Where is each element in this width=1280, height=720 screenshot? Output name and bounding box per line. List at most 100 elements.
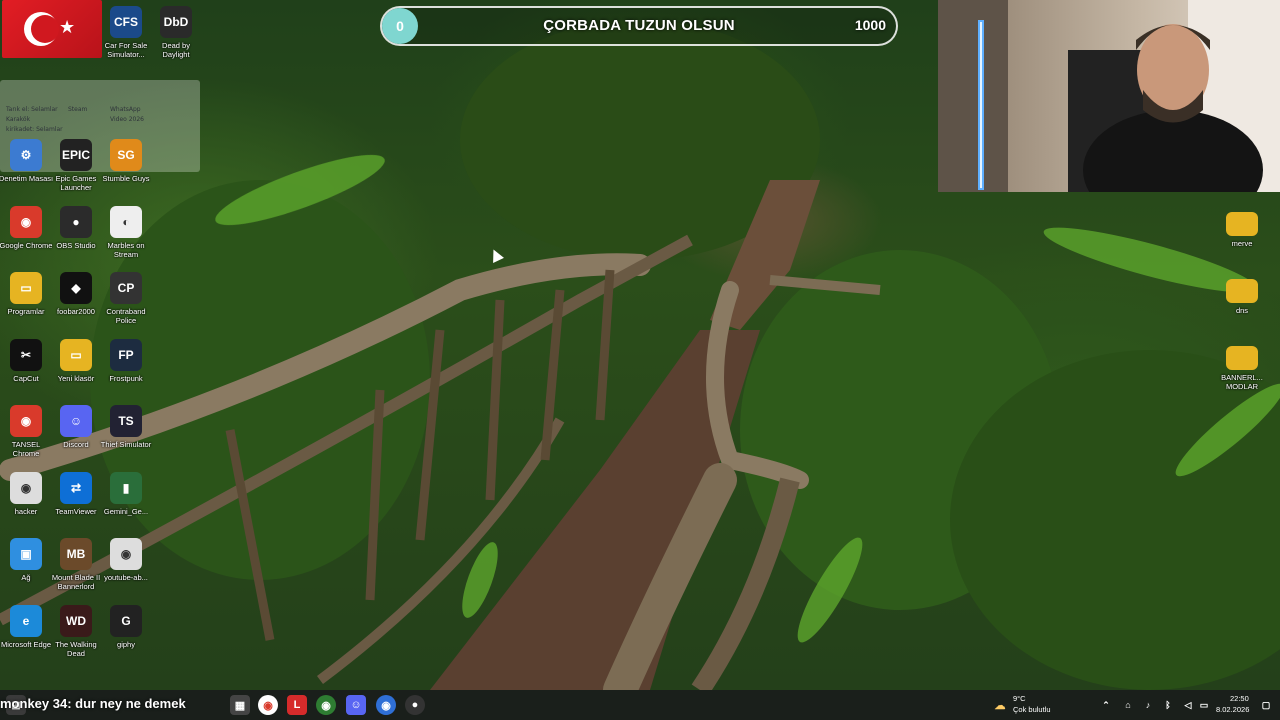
network-icon[interactable]: ⌂ [1118,695,1138,715]
desktop-icon-merve[interactable]: merve [1216,206,1268,270]
yeni-klasor-icon: ▭ [60,338,92,371]
desktop-icon-label: OBS Studio [56,240,96,250]
the-walking-dead-icon: WD [60,604,92,637]
desktop-icon-label: Frostpunk [109,373,143,383]
weather-icon[interactable]: ☁ [990,695,1010,715]
discord-icon: ☺ [350,699,362,711]
desktop-icon-dns[interactable]: dns [1216,273,1268,337]
desktop-icon-label: Yeni klasör [57,373,95,383]
goal-title: ÇORBADA TUZUN OLSUN [543,17,735,34]
desktop-icon-label: Car For Sale Simulator... [104,41,148,59]
desktop-icon-label: Denetim Masası [0,174,54,183]
taskbar-app-chrome[interactable]: ◉ [258,695,278,715]
chat-line: WhatsApp [110,106,141,113]
desktop-icon-label: hacker [14,506,38,516]
taskbar-app-chrome-2[interactable]: ◉ [316,695,336,715]
desktop-icon-giphy[interactable]: Ggiphy [100,604,152,669]
desktop-icon-tansel-chrome[interactable]: ◉ TANSEL Chrome [0,405,52,469]
chrome-icon: ◉ [381,699,391,712]
desktop-icon-label: Epic Games Launcher [55,174,97,192]
gemini-icon: ▮ [110,471,142,504]
weather-temp: 9°C [1013,694,1026,703]
desktop-icon-obs-studio[interactable]: ● OBS Studio [50,205,102,270]
discord-icon: ☺ [60,405,92,437]
desktop-icon-youtube-ab[interactable]: ◉ youtube-ab... [100,538,152,602]
desktop-icon-foobar2000[interactable]: ◆ foobar2000 [50,272,102,336]
teamviewer-icon: ⇄ [60,471,92,504]
bluetooth-icon[interactable]: ᛒ [1158,695,1178,715]
taskbar-app-l[interactable]: L [287,695,307,715]
desktop-icon-dead-by-daylight[interactable]: DbD Dead by Daylight [150,6,202,70]
notification-icon[interactable]: ▢ [1256,695,1276,715]
desktop-icon-hacker[interactable]: ◉ hacker [0,471,52,536]
chevron-up-icon[interactable]: ⌃ [1096,695,1116,715]
turkish-flag-overlay: ★ [2,0,102,58]
desktop-icon-label: Marbles on Stream [107,240,145,259]
desktop-icon-frostpunk[interactable]: FP Frostpunk [100,338,152,403]
clock-time[interactable]: 22:50 [1230,694,1249,703]
frostpunk-icon: FP [110,338,142,371]
foobar2000-icon: ◆ [60,272,92,304]
desktop-icon-discord[interactable]: ☺ Discord [50,405,102,469]
desktop-icon-label: Stumble Guys [102,174,150,183]
desktop-icon-microsoft-edge[interactable]: e Microsoft Edge [0,604,52,669]
desktop-icon-teamviewer[interactable]: ⇄ TeamViewer [50,471,102,536]
desktop-icon-programlar[interactable]: ▭ Programlar [0,272,52,336]
microsoft-edge-icon: e [10,604,42,637]
desktop-icon-ag[interactable]: ▣ Ağ [0,538,52,602]
battery-icon[interactable]: ▭ [1194,695,1214,715]
desktop-icon-capcut[interactable]: ✂ CapCut [0,338,52,403]
chat-line: kirikadet: Selamlar [6,126,63,133]
desktop-icon-contraband-police[interactable]: CP Contraband Police [100,272,152,336]
folder-icon [1226,279,1258,303]
desktop-icon-label: giphy [117,639,135,649]
desktop-icon-label: Programlar [7,307,45,316]
folder-icon [1226,346,1258,370]
desktop-icon-label: youtube-ab... [104,573,148,582]
goal-target: 1000 [854,17,886,33]
desktop-icon-denetim-masasi[interactable]: ⚙ Denetim Masası [0,139,54,203]
taskbar-app-calculator[interactable]: ▦ [230,695,250,715]
desktop-icon-label: Dead by Daylight [162,41,190,59]
folder-icon [1226,212,1258,236]
weather-desc: Çok bulutlu [1013,705,1051,714]
desktop-icon-car-for-sale[interactable]: CFS Car For Sale Simulator... [100,6,152,70]
desktop-icon-the-walking-dead[interactable]: WD The Walking Dead [50,604,102,669]
dead-by-daylight-icon: DbD [160,6,192,38]
desktop-icon-mount-blade[interactable]: MB Mount Blade II Bannerlord [50,538,102,602]
obs-icon: ● [411,699,419,711]
desktop-icon-yeni-klasor[interactable]: ▭ Yeni klasör [50,338,102,403]
contraband-police-icon: CP [110,272,142,304]
desktop-icon-gemini[interactable]: ▮ Gemini_Ge... [100,471,152,536]
desktop-icon-thief-simulator[interactable]: TS Thief Simulator [100,405,152,469]
taskbar-app-discord[interactable]: ☺ [346,695,366,715]
desktop-icon-label: Microsoft Edge [0,639,52,649]
desktop-icon-label: Gemini_Ge... [103,506,149,516]
epic-games-icon: EPIC [60,139,92,171]
desktop-icon-label: Contraband Police [106,307,146,325]
desktop-icon-label: The Walking Dead [55,639,97,658]
taskbar-app-obs[interactable]: ● [405,695,425,715]
desktop-icon-epic-games[interactable]: EPIC Epic Games Launcher [50,139,102,203]
stumble-guys-icon: SG [110,139,142,171]
l-app-icon: L [293,699,301,711]
obs-studio-icon: ● [60,205,92,238]
google-chrome-icon: ◉ [10,205,42,238]
chat-line: Steam [68,106,88,113]
ag-icon: ▣ [10,538,42,570]
desktop-icon-stumble-guys[interactable]: SG Stumble Guys [100,139,152,203]
chat-line: Karakök [6,116,31,123]
taskbar-app-chrome-3[interactable]: ◉ [376,695,396,715]
hacker-icon: ◉ [10,471,42,504]
taskbar: ⊞ ▦ ◉ L ◉ ☺ ◉ ● ☁ 9°C Çok bulutlu ⌃ ⌂ ♪ … [0,690,1280,720]
car-for-sale-icon: CFS [110,6,142,38]
chat-line: Tarık el: Selamlar [6,106,58,113]
desktop-icon-marbles-on-stream[interactable]: ◐ Marbles on Stream [100,205,152,270]
desktop-icon-bannerlord-modlar[interactable]: BANNERL... MODLAR [1216,340,1268,404]
clock-date[interactable]: 8.02.2026 [1216,705,1249,714]
desktop-icon-label: TANSEL Chrome [11,440,41,458]
desktop-icon-google-chrome[interactable]: ◉ Google Chrome [0,205,52,270]
desktop-icon-label: foobar2000 [57,307,95,316]
programlar-icon: ▭ [10,272,42,304]
microphone-icon[interactable]: ♪ [1138,695,1158,715]
